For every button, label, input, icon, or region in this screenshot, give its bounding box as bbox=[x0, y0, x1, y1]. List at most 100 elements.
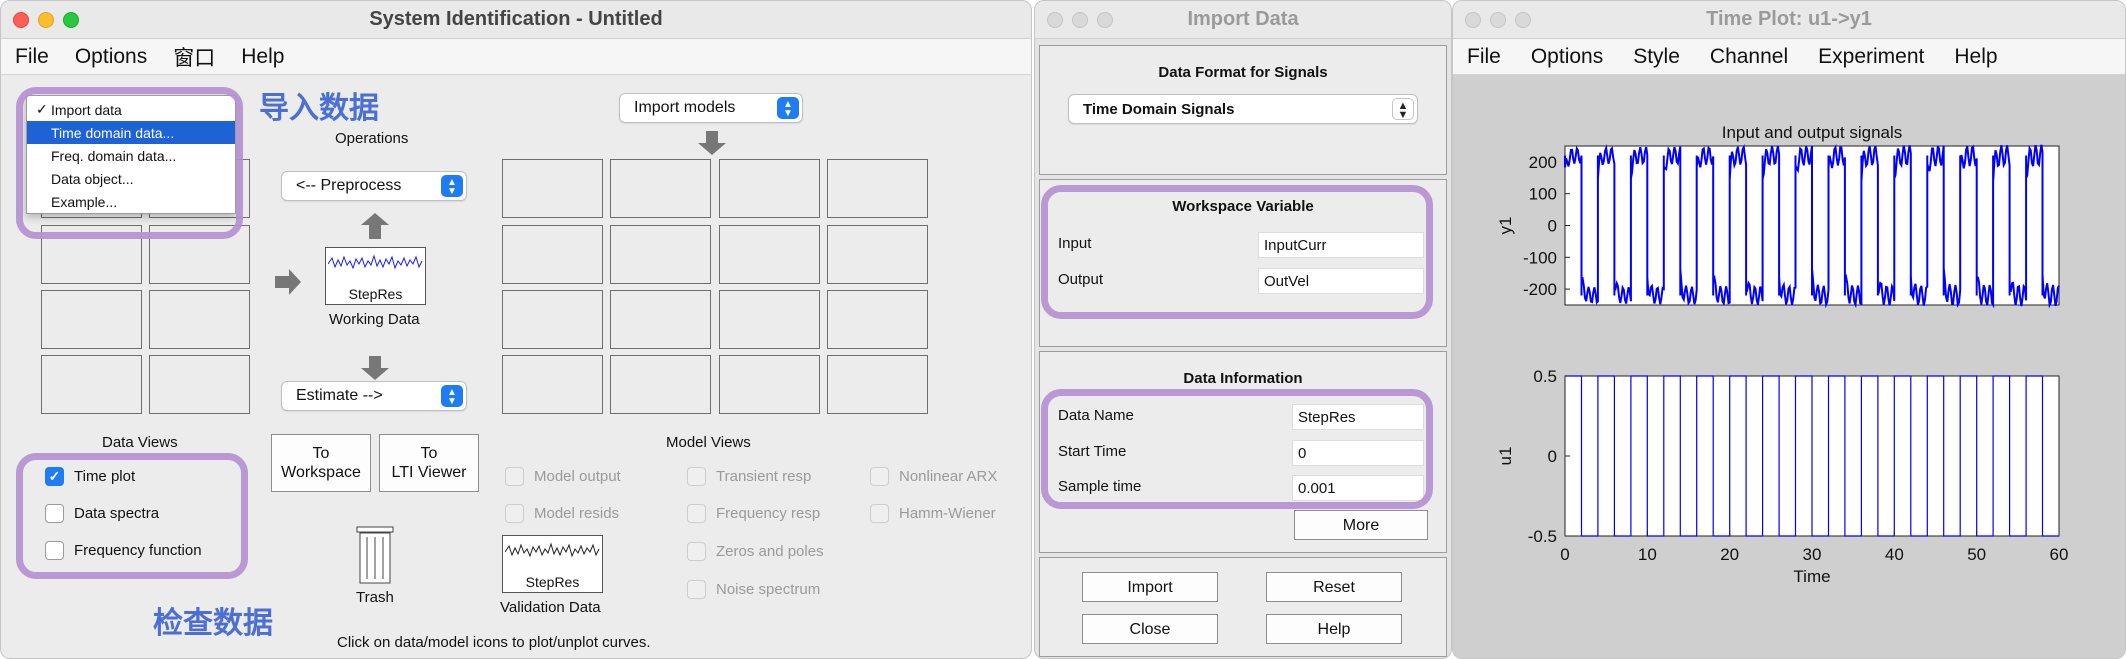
to-workspace-button[interactable]: To Workspace bbox=[271, 434, 371, 492]
working-data-name: StepRes bbox=[348, 286, 403, 302]
menu-file[interactable]: File bbox=[15, 45, 49, 69]
menu-experiment[interactable]: Experiment bbox=[1818, 45, 1924, 69]
zoom-window-button[interactable] bbox=[1097, 12, 1113, 28]
window-controls bbox=[1047, 12, 1113, 28]
model-slot[interactable] bbox=[719, 225, 820, 284]
menu-channel[interactable]: Channel bbox=[1710, 45, 1788, 69]
transient-resp-checkbox[interactable]: Transient resp bbox=[687, 467, 811, 486]
trash-icon[interactable] bbox=[353, 523, 397, 585]
data-slot[interactable] bbox=[41, 355, 142, 414]
checkbox-icon bbox=[687, 542, 706, 561]
sysid-title: System Identification - Untitled bbox=[369, 8, 663, 30]
data-format-panel: Data Format for Signals Time Domain Sign… bbox=[1039, 45, 1447, 175]
arrow-down-icon bbox=[698, 131, 726, 155]
model-slot[interactable] bbox=[719, 159, 820, 218]
validation-data-icon[interactable]: StepRes bbox=[502, 535, 603, 593]
x-tick-label: 20 bbox=[1720, 545, 1739, 564]
zoom-window-button[interactable] bbox=[1515, 12, 1531, 28]
y-tick-label: 200 bbox=[1529, 153, 1557, 172]
estimate-value: Estimate --> bbox=[296, 387, 383, 404]
data-format-heading: Data Format for Signals bbox=[1158, 64, 1328, 81]
model-slot[interactable] bbox=[502, 290, 603, 349]
y-tick-label: -100 bbox=[1523, 248, 1557, 267]
estimate-popup[interactable]: Estimate --> ▲ ▼ bbox=[281, 381, 467, 411]
model-slot[interactable] bbox=[610, 225, 711, 284]
hamm-wiener-checkbox[interactable]: Hamm-Wiener bbox=[870, 504, 996, 523]
model-slot[interactable] bbox=[719, 290, 820, 349]
menu-help[interactable]: Help bbox=[241, 45, 284, 69]
import-button[interactable]: Import bbox=[1082, 572, 1218, 602]
checkbox-icon bbox=[687, 504, 706, 523]
model-slot[interactable] bbox=[827, 225, 928, 284]
model-output-checkbox[interactable]: Model output bbox=[505, 467, 621, 486]
validation-data-label: Validation Data bbox=[500, 599, 601, 616]
frequency-resp-checkbox[interactable]: Frequency resp bbox=[687, 504, 820, 523]
time-plot-chart: 2001000-100-200Input and output signalsy… bbox=[1496, 123, 2069, 586]
more-button[interactable]: More bbox=[1294, 510, 1428, 540]
menu-options[interactable]: Options bbox=[1531, 45, 1603, 69]
data-info-highlight bbox=[1041, 389, 1433, 509]
data-information-heading: Data Information bbox=[1183, 370, 1303, 387]
zeros-and-poles-checkbox[interactable]: Zeros and poles bbox=[687, 542, 824, 561]
x-tick-label: 40 bbox=[1885, 545, 1904, 564]
arrow-right-icon bbox=[275, 269, 301, 295]
menu-window[interactable]: 窗口 bbox=[173, 42, 215, 72]
noise-spectrum-checkbox[interactable]: Noise spectrum bbox=[687, 580, 820, 599]
timeplot-titlebar: Time Plot: u1->y1 bbox=[1453, 1, 2125, 39]
system-identification-window: System Identification - Untitled File Op… bbox=[0, 0, 1032, 659]
data-format-popup[interactable]: Time Domain Signals ▲ ▼ bbox=[1068, 94, 1418, 124]
data-slot[interactable] bbox=[149, 355, 250, 414]
data-slot[interactable] bbox=[41, 290, 142, 349]
reset-button[interactable]: Reset bbox=[1266, 572, 1402, 602]
model-slot[interactable] bbox=[502, 159, 603, 218]
x-tick-label: 0 bbox=[1560, 545, 1569, 564]
annotation-check-data: 检查数据 bbox=[153, 606, 273, 641]
help-button[interactable]: Help bbox=[1266, 614, 1402, 644]
waveform-icon bbox=[328, 254, 423, 270]
time-plot-window: Time Plot: u1->y1 File Options Style Cha… bbox=[1452, 0, 2126, 659]
model-slot[interactable] bbox=[827, 290, 928, 349]
model-slot[interactable] bbox=[610, 290, 711, 349]
x-tick-label: 60 bbox=[2050, 545, 2069, 564]
close-window-button[interactable] bbox=[1465, 12, 1481, 28]
close-button[interactable]: Close bbox=[1082, 614, 1218, 644]
nonlinear-arx-checkbox[interactable]: Nonlinear ARX bbox=[870, 467, 997, 486]
model-slot[interactable] bbox=[610, 355, 711, 414]
working-data-icon[interactable]: StepRes bbox=[325, 247, 426, 305]
model-slot[interactable] bbox=[502, 225, 603, 284]
minimize-window-button[interactable] bbox=[1072, 12, 1088, 28]
import-models-popup[interactable]: Import models ▲ ▼ bbox=[619, 93, 803, 123]
minimize-window-button[interactable] bbox=[38, 12, 54, 28]
preprocess-value: <-- Preprocess bbox=[296, 177, 402, 194]
menu-help[interactable]: Help bbox=[1954, 45, 1997, 69]
model-slot[interactable] bbox=[827, 159, 928, 218]
y-tick-label: 0.5 bbox=[1533, 367, 1557, 386]
minimize-window-button[interactable] bbox=[1490, 12, 1506, 28]
close-window-button[interactable] bbox=[1047, 12, 1063, 28]
checkbox-icon bbox=[687, 580, 706, 599]
chevron-updown-icon: ▲ ▼ bbox=[777, 97, 799, 119]
to-lti-viewer-button[interactable]: To LTI Viewer bbox=[379, 434, 479, 492]
model-resids-checkbox[interactable]: Model resids bbox=[505, 504, 619, 523]
checkbox-icon bbox=[505, 467, 524, 486]
model-slot[interactable] bbox=[502, 355, 603, 414]
menu-options[interactable]: Options bbox=[75, 45, 147, 69]
validation-data-name: StepRes bbox=[525, 574, 580, 590]
model-slot[interactable] bbox=[719, 355, 820, 414]
import-data-window: Import Data Data Format for Signals Time… bbox=[1034, 0, 1452, 659]
model-views-label: Model Views bbox=[666, 434, 751, 451]
menu-style[interactable]: Style bbox=[1633, 45, 1680, 69]
close-window-button[interactable] bbox=[13, 12, 29, 28]
data-format-value: Time Domain Signals bbox=[1083, 100, 1235, 118]
x-tick-label: 50 bbox=[1967, 545, 1986, 564]
checkbox-icon bbox=[870, 467, 889, 486]
import-titlebar: Import Data bbox=[1035, 1, 1451, 39]
menu-file[interactable]: File bbox=[1467, 45, 1501, 69]
zoom-window-button[interactable] bbox=[63, 12, 79, 28]
preprocess-popup[interactable]: <-- Preprocess ▲ ▼ bbox=[281, 171, 467, 201]
model-slot[interactable] bbox=[827, 355, 928, 414]
x-axis-label: Time bbox=[1793, 567, 1830, 586]
model-slot[interactable] bbox=[610, 159, 711, 218]
data-slot[interactable] bbox=[149, 290, 250, 349]
checkbox-icon bbox=[870, 504, 889, 523]
